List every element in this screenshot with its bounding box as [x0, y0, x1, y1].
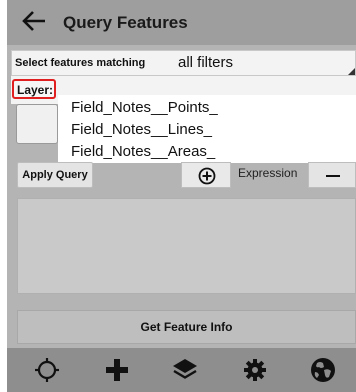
expression-label: Expression [238, 166, 298, 180]
minus-icon [326, 175, 340, 177]
layer-label-box: Layer: [12, 79, 56, 99]
plus-circle-icon [198, 167, 216, 185]
apply-query-button[interactable]: Apply Query [17, 162, 93, 188]
filter-value: all filters [178, 54, 234, 71]
layer-dropdown: Field_Notes__Points_ Field_Notes__Lines_… [58, 95, 356, 163]
layer-option-areas[interactable]: Field_Notes__Areas_ [71, 143, 215, 160]
filter-select[interactable]: Select features matching all filters [11, 50, 356, 76]
remove-expression-button[interactable] [308, 162, 356, 188]
layer-label: Layer: [17, 83, 54, 97]
back-arrow-icon[interactable] [21, 8, 47, 34]
layer-option-lines[interactable]: Field_Notes__Lines_ [71, 121, 212, 138]
dropdown-caret-icon [348, 68, 355, 75]
layer-select[interactable] [16, 104, 58, 144]
query-results-area [17, 198, 356, 294]
title-bar: Query Features [7, 0, 356, 45]
bottom-nav [7, 348, 356, 392]
get-feature-info-button[interactable]: Get Feature Info [17, 310, 356, 344]
add-expression-button[interactable] [181, 162, 231, 188]
globe-icon[interactable] [309, 356, 337, 384]
filter-label: Select features matching [15, 57, 146, 69]
plus-icon[interactable] [103, 356, 131, 384]
crosshair-icon[interactable] [33, 356, 61, 384]
layers-icon[interactable] [171, 356, 199, 384]
app-frame: Query Features Select features matching … [7, 0, 356, 392]
gear-icon[interactable] [241, 356, 269, 384]
page-title: Query Features [63, 13, 188, 32]
layer-option-points[interactable]: Field_Notes__Points_ [71, 99, 218, 116]
